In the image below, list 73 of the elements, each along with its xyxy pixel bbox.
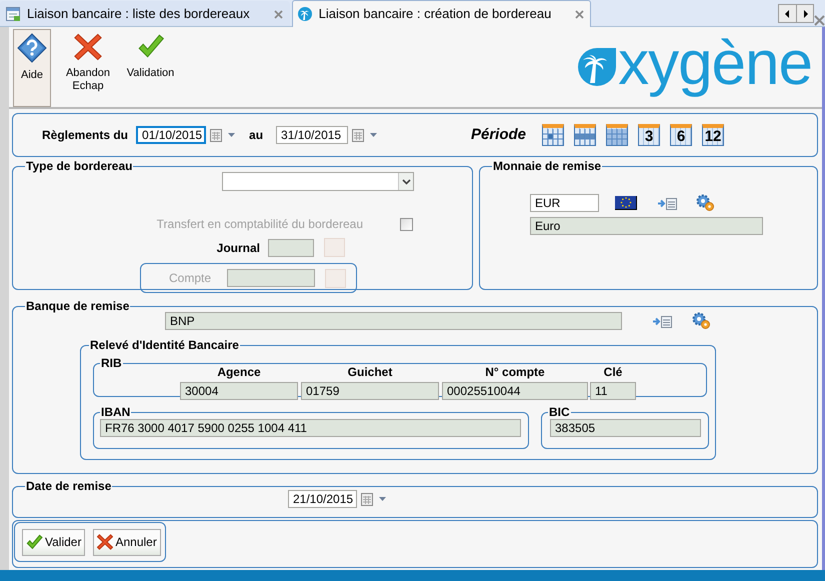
- text-field[interactable]: 01759: [301, 382, 439, 400]
- scroll-left-icon[interactable]: [785, 10, 790, 18]
- label: au: [249, 127, 264, 144]
- tab[interactable]: Liaison bancaire : création de bordereau: [292, 0, 592, 27]
- period-button[interactable]: [574, 124, 596, 146]
- period-button[interactable]: [542, 124, 564, 146]
- toolbar-button[interactable]: Abandon Echap: [57, 29, 119, 107]
- calendar-icon: [543, 128, 564, 144]
- label: Compte: [169, 270, 212, 287]
- section-title: RIB: [100, 357, 123, 369]
- section-title: Banque de remise: [25, 300, 130, 312]
- section-title: Relevé d'Identité Bancaire: [89, 339, 240, 351]
- period-button[interactable]: 3: [638, 124, 660, 146]
- section-title: Date de remise: [25, 480, 112, 492]
- period-button[interactable]: [606, 124, 628, 146]
- calendar-icon: [575, 128, 596, 144]
- date-field[interactable]: 21/10/2015: [288, 490, 357, 508]
- calendar-icon[interactable]: [352, 128, 366, 142]
- palm-tree-icon: [296, 6, 313, 22]
- action-button[interactable]: Valider: [22, 528, 86, 556]
- import-list-icon[interactable]: [652, 314, 673, 328]
- settings-icon[interactable]: [692, 312, 711, 330]
- label: Journal: [216, 240, 260, 256]
- close-icon[interactable]: [274, 10, 283, 18]
- calendar-icon[interactable]: [210, 128, 224, 142]
- currency-name-field[interactable]: Euro: [530, 217, 763, 235]
- caret-icon[interactable]: [369, 132, 378, 138]
- column-header: Clé: [602, 364, 624, 381]
- calendar-icon[interactable]: [361, 492, 374, 506]
- import-list-icon[interactable]: [657, 196, 678, 210]
- text-field[interactable]: 30004: [180, 382, 298, 400]
- text-field[interactable]: [227, 269, 315, 287]
- chevron-down-icon[interactable]: [402, 178, 410, 184]
- toolbar-button[interactable]: Aide: [13, 29, 51, 107]
- bank-name-field[interactable]: BNP: [165, 312, 622, 330]
- text-field[interactable]: [268, 238, 314, 256]
- text-field[interactable]: 11: [590, 382, 636, 400]
- list-icon: [5, 6, 21, 22]
- caret-icon[interactable]: [227, 132, 236, 138]
- period-button[interactable]: 6: [670, 124, 692, 146]
- calendar-icon: [607, 128, 628, 144]
- bic-field[interactable]: 383505: [550, 419, 701, 437]
- section-title: BIC: [548, 406, 571, 418]
- cross-icon[interactable]: [74, 33, 102, 61]
- scroll-right-icon[interactable]: [802, 10, 808, 18]
- help-icon[interactable]: [17, 33, 47, 63]
- tab[interactable]: Liaison bancaire : liste des bordereaux: [0, 1, 290, 26]
- section-title: IBAN: [100, 406, 132, 418]
- toolbar-button[interactable]: Validation: [123, 29, 178, 107]
- label: Règlements du: [42, 127, 128, 144]
- text-field[interactable]: 00025510044: [442, 382, 588, 400]
- settings-icon[interactable]: [696, 194, 715, 212]
- period-button[interactable]: 12: [702, 124, 724, 146]
- checkbox-label: Transfert en comptabilité du bordereau: [156, 216, 363, 233]
- column-header: Guichet: [346, 364, 394, 381]
- currency-code-field[interactable]: EUR: [530, 194, 599, 212]
- checkmark-icon[interactable]: [26, 534, 43, 550]
- close-icon[interactable]: [814, 15, 825, 26]
- caret-icon[interactable]: [378, 496, 387, 502]
- section-title: Période: [471, 124, 526, 145]
- iban-field[interactable]: FR76 3000 4017 5900 0255 1004 411: [100, 419, 521, 437]
- palm-tree-icon: [576, 46, 618, 86]
- eu-flag-icon: [615, 196, 637, 210]
- date-field[interactable]: 01/10/2015: [136, 126, 206, 144]
- section-title: Monnaie de remise: [492, 160, 602, 172]
- column-header: N° compte: [484, 364, 546, 381]
- close-icon[interactable]: [575, 10, 584, 18]
- column-header: Agence: [216, 364, 262, 381]
- action-button[interactable]: Annuler: [93, 528, 161, 556]
- logo-text: xygène: [618, 33, 812, 99]
- date-field[interactable]: 31/10/2015: [276, 126, 348, 144]
- section-title: Type de bordereau: [25, 160, 134, 172]
- cross-icon[interactable]: [97, 534, 114, 550]
